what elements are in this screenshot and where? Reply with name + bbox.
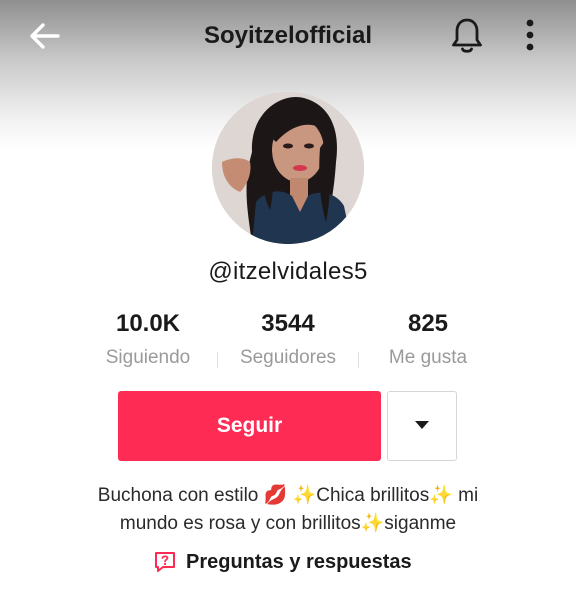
back-button[interactable] xyxy=(24,18,64,58)
bio-line: mundo es rosa y con brillitos✨siganme xyxy=(119,513,457,534)
qa-label: Preguntas y respuestas xyxy=(186,550,412,573)
page-title: Soyitzelofficial xyxy=(203,22,373,49)
stat-followers[interactable]: 3544 Seguidores xyxy=(208,310,368,372)
stat-label: Me gusta xyxy=(388,347,468,368)
stat-value: 3544 xyxy=(261,310,315,337)
arrow-left-icon xyxy=(27,21,61,56)
bell-icon xyxy=(450,16,484,59)
follow-button[interactable]: Seguir xyxy=(118,391,381,461)
stat-value: 825 xyxy=(407,310,449,337)
stats-row: 10.0K Siguiendo 3544 Seguidores 825 Me g… xyxy=(0,310,576,374)
suggested-accounts-dropdown-button[interactable] xyxy=(387,391,457,461)
header-bar: Soyitzelofficial xyxy=(0,0,576,76)
more-options-button[interactable] xyxy=(512,16,548,58)
stat-likes[interactable]: 825 Me gusta xyxy=(348,310,508,372)
stat-label: Seguidores xyxy=(239,347,337,368)
stat-label: Siguiendo xyxy=(105,347,191,368)
notifications-button[interactable] xyxy=(446,16,488,58)
triangle-down-icon xyxy=(414,417,430,435)
bio: Buchona con estilo 💋 ✨Chica brillitos✨ m… xyxy=(40,482,536,538)
question-box-icon xyxy=(154,551,176,573)
bio-line: Buchona con estilo 💋 ✨Chica brillitos✨ m… xyxy=(97,485,479,506)
more-vertical-icon xyxy=(525,18,535,57)
profile-photo xyxy=(212,92,364,244)
stat-following[interactable]: 10.0K Siguiendo xyxy=(68,310,228,372)
username: @itzelvidales5 xyxy=(208,258,368,285)
questions-answers-link[interactable]: Preguntas y respuestas xyxy=(154,546,412,578)
avatar[interactable] xyxy=(212,92,364,244)
profile-screen: Soyitzelofficial @itzelvidales5 10.0K Si… xyxy=(0,0,576,600)
stat-value: 10.0K xyxy=(115,310,181,337)
